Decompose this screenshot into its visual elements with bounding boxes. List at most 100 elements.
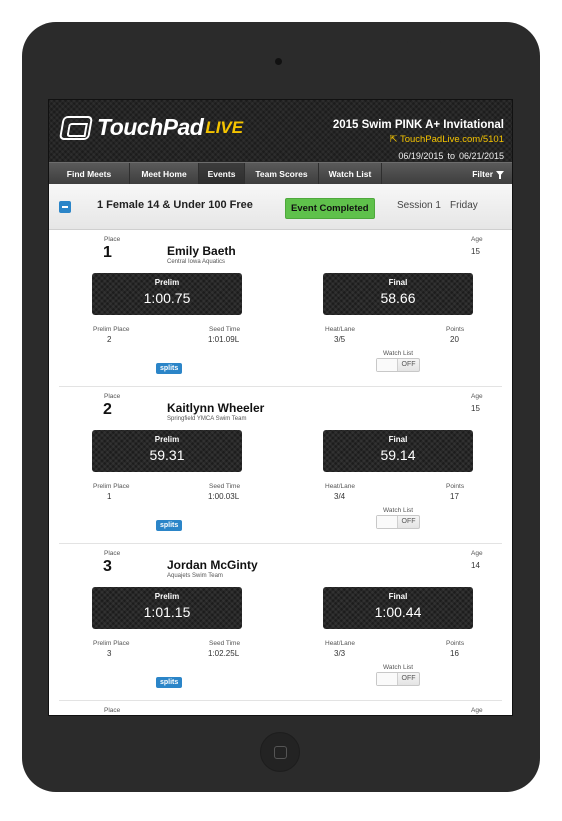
prelim-time: 1:01.15 [143, 604, 191, 620]
watch-list-toggle[interactable]: OFF [376, 515, 420, 529]
age-value: 14 [471, 561, 480, 570]
final-label: Final [388, 278, 408, 287]
prelim-time: 1:00.75 [143, 290, 191, 306]
age-label: Age [471, 236, 483, 243]
meet-dates: 06/19/2015 to 06/21/2015 [333, 151, 504, 161]
power-button [407, 41, 441, 45]
splits-button[interactable]: splits [156, 363, 183, 374]
toggle-knob [377, 673, 398, 685]
prelim-label: Prelim [154, 592, 180, 601]
collapse-icon[interactable] [59, 201, 71, 213]
team-name: Springfield YMCA Swim Team [167, 416, 247, 422]
nav-find-meets[interactable]: Find Meets [49, 163, 130, 184]
result-card: Place 1 Emily Baeth Central Iowa Aquatic… [59, 230, 502, 387]
place-label: Place [104, 707, 121, 714]
place-value: 3 [103, 558, 112, 575]
nav-watch-list[interactable]: Watch List [319, 163, 382, 184]
points-value: 16 [450, 649, 459, 658]
prelim-place-value: 3 [107, 649, 112, 658]
splits-button[interactable]: splits [156, 677, 183, 688]
prelim-label: Prelim [154, 435, 180, 444]
splits-button[interactable]: splits [156, 520, 183, 531]
place-value: 1 [103, 244, 112, 261]
prelim-time-box: Prelim 59.31 [92, 430, 242, 472]
filter-label: Filter [472, 168, 493, 179]
app-header: TouchPad LIVE 2015 Swim PINK A+ Invitati… [49, 100, 512, 162]
toggle-knob [377, 516, 398, 528]
external-link-icon: ⇱ [389, 134, 398, 145]
result-card: Place 3 Jordan McGinty Aquajets Swim Tea… [59, 544, 502, 701]
logo-accent-text: LIVE [205, 117, 244, 137]
meet-info: 2015 Swim PINK A+ Invitational ⇱ TouchPa… [333, 119, 504, 161]
watch-list-label: Watch List [383, 350, 414, 357]
toggle-state: OFF [401, 518, 416, 525]
points-label: Points [446, 640, 465, 647]
logo-text: TouchPad [97, 114, 204, 140]
heat-lane-value: 3/3 [334, 649, 346, 658]
meet-start-date: 06/19/2015 [398, 151, 444, 161]
swimmer-name[interactable]: Jordan McGinty [167, 558, 258, 572]
team-name: Aquajets Swim Team [167, 573, 223, 579]
result-card: Place 2 Kaitlynn Wheeler Springfield YMC… [59, 387, 502, 544]
seed-time-value: 1:00.03L [208, 492, 240, 501]
heat-lane-label: Heat/Lane [325, 483, 355, 490]
filter-button[interactable]: Filter [472, 163, 512, 184]
prelim-place-label: Prelim Place [93, 326, 130, 333]
age-label: Age [471, 393, 483, 400]
swimmer-name[interactable]: Emily Baeth [167, 244, 236, 258]
seed-time-label: Seed Time [209, 326, 241, 333]
final-label: Final [388, 592, 408, 601]
heat-lane-value: 3/5 [334, 335, 346, 344]
nav-events[interactable]: Events [199, 163, 245, 184]
camera [275, 58, 282, 65]
place-label: Place [104, 393, 121, 400]
watch-list-toggle[interactable]: OFF [376, 358, 420, 372]
final-time: 59.14 [380, 447, 416, 463]
prelim-place-value: 1 [107, 492, 112, 501]
points-value: 17 [450, 492, 459, 501]
final-time: 1:00.44 [374, 604, 422, 620]
age-label: Age [471, 707, 483, 714]
event-day: Friday [450, 200, 478, 211]
seed-time-label: Seed Time [209, 483, 241, 490]
points-value: 20 [450, 335, 459, 344]
swimmer-name[interactable]: Kaitlynn Wheeler [167, 401, 264, 415]
result-card-partial: Place Age [59, 701, 502, 715]
points-label: Points [446, 326, 465, 333]
prelim-place-label: Prelim Place [93, 640, 130, 647]
watch-list-toggle[interactable]: OFF [376, 672, 420, 686]
meet-url-link[interactable]: ⇱ TouchPadLive.com/5101 [333, 134, 504, 145]
toggle-state: OFF [401, 675, 416, 682]
age-label: Age [471, 550, 483, 557]
nav-team-scores[interactable]: Team Scores [245, 163, 319, 184]
prelim-time-box: Prelim 1:01.15 [92, 587, 242, 629]
watch-list-label: Watch List [383, 664, 414, 671]
seed-time-label: Seed Time [209, 640, 241, 647]
place-label: Place [104, 550, 121, 557]
heat-lane-value: 3/4 [334, 492, 346, 501]
final-time-box: Final 1:00.44 [323, 587, 473, 629]
age-value: 15 [471, 247, 480, 256]
meet-end-date: 06/21/2015 [458, 151, 504, 161]
heat-lane-label: Heat/Lane [325, 640, 355, 647]
place-value: 2 [103, 401, 112, 418]
prelim-time-box: Prelim 1:00.75 [92, 273, 242, 315]
meet-title: 2015 Swim PINK A+ Invitational [332, 119, 504, 131]
prelim-label: Prelim [154, 278, 180, 287]
final-time: 58.66 [380, 290, 416, 306]
home-button[interactable] [260, 732, 300, 772]
seed-time-value: 1:02.25L [208, 649, 240, 658]
touchpad-live-logo[interactable]: TouchPad LIVE [58, 114, 244, 141]
event-session: Session 1 [397, 200, 441, 211]
heat-lane-label: Heat/Lane [325, 326, 355, 333]
nav-meet-home[interactable]: Meet Home [130, 163, 199, 184]
place-label: Place [104, 236, 121, 243]
screen: TouchPad LIVE 2015 Swim PINK A+ Invitati… [48, 99, 513, 716]
prelim-place-value: 2 [107, 335, 112, 344]
final-label: Final [388, 435, 408, 444]
event-name: 1 Female 14 & Under 100 Free [97, 199, 253, 211]
prelim-time: 59.31 [149, 447, 185, 463]
age-value: 15 [471, 404, 480, 413]
watch-list-label: Watch List [383, 507, 414, 514]
seed-time-value: 1:01.09L [208, 335, 240, 344]
